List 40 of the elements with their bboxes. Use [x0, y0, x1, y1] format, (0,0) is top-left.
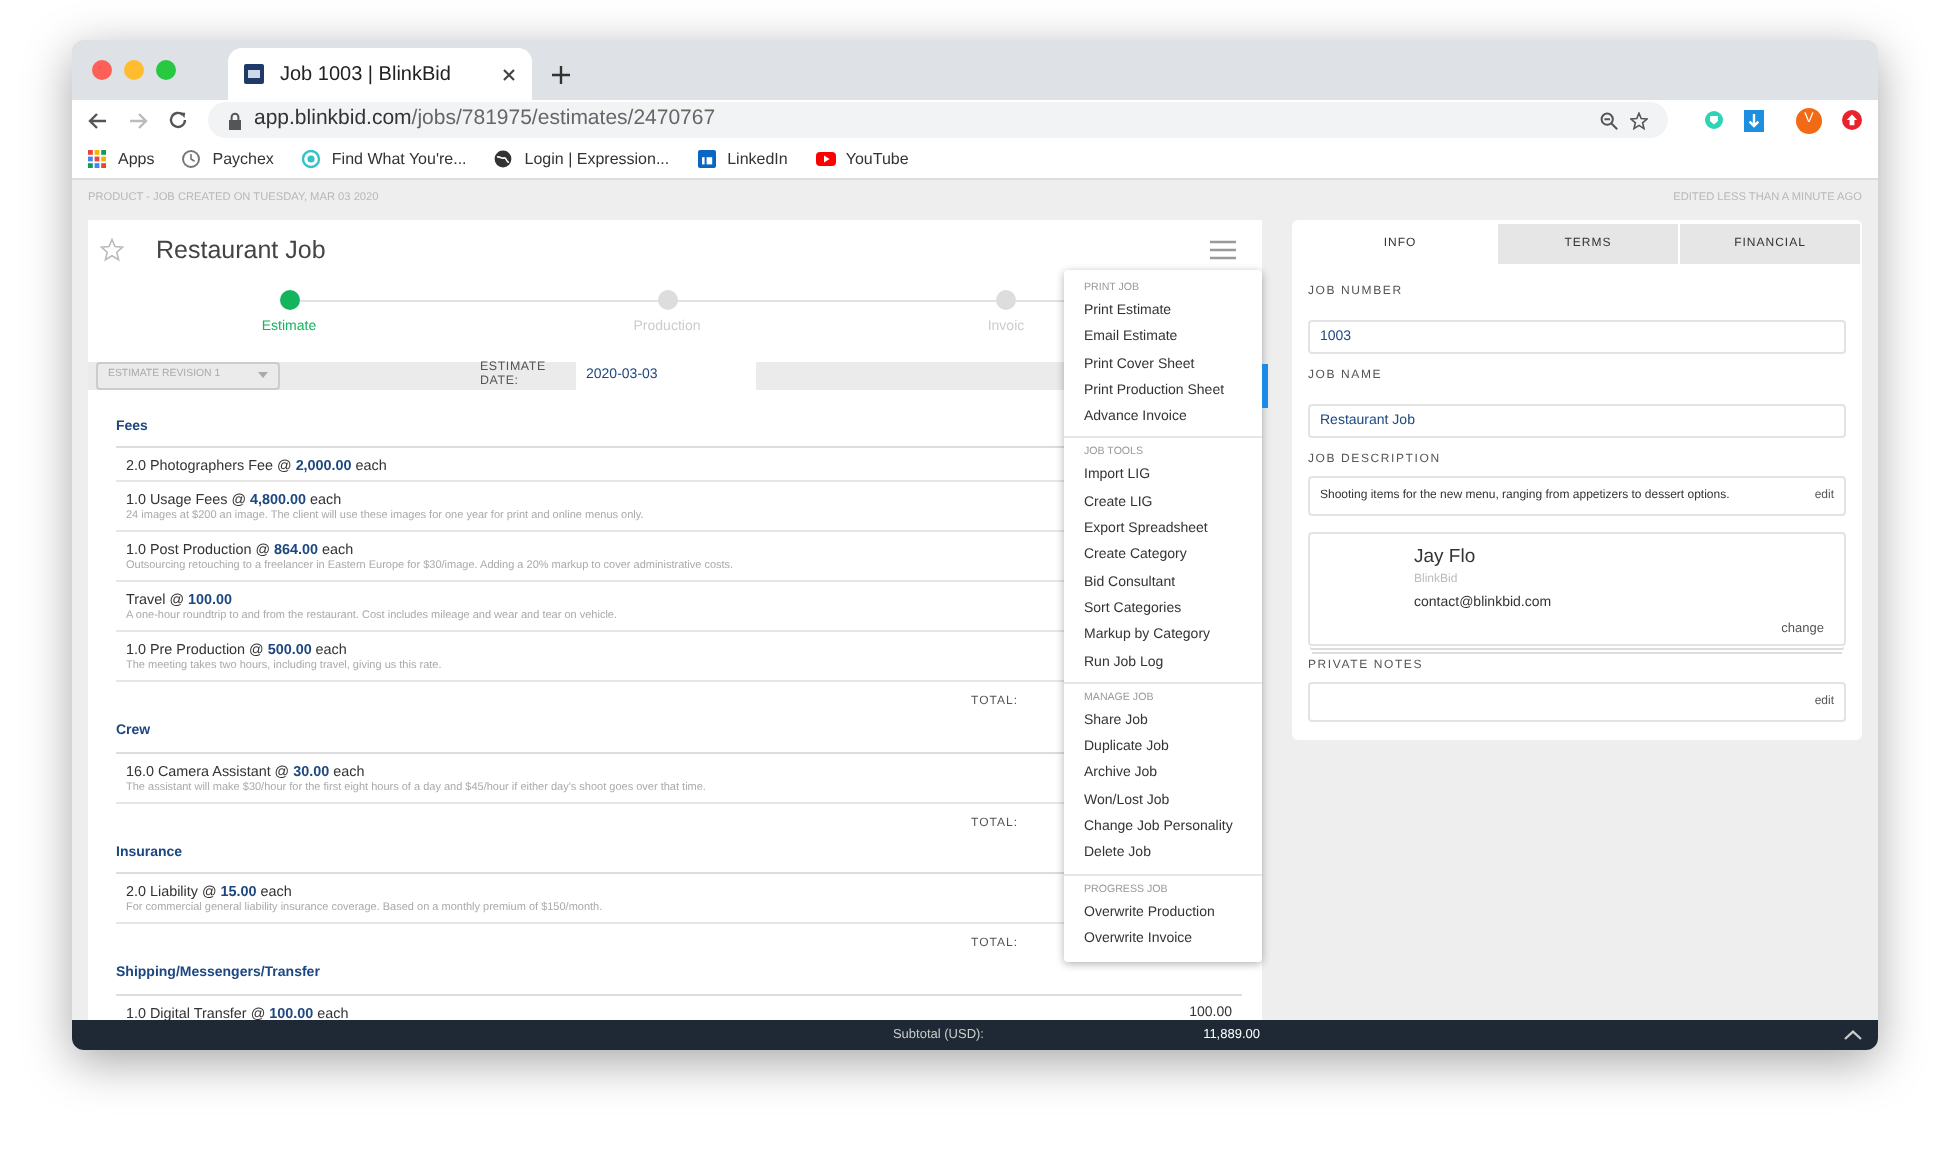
- browser-tab[interactable]: Job 1003 | BlinkBid: [228, 48, 532, 100]
- bookmark-link[interactable]: LinkedIn: [727, 147, 788, 171]
- window-control-dot[interactable]: [92, 60, 112, 80]
- address-bar[interactable]: app.blinkbid.com/jobs/781975/estimates/2470767: [208, 102, 1668, 138]
- globe-icon: [494, 150, 515, 168]
- grid-icon: [88, 150, 108, 168]
- lock-icon: [228, 111, 242, 129]
- bookmark-link[interactable]: Paychex: [212, 147, 274, 171]
- job-title: Restaurant Job: [156, 234, 326, 268]
- clock-icon: [182, 150, 203, 168]
- bookmark-link[interactable]: Find What You're...: [331, 147, 467, 171]
- star-icon[interactable]: [100, 238, 124, 263]
- bookmark-link[interactable]: Login | Expression...: [524, 147, 670, 171]
- ring-icon: [301, 150, 322, 168]
- contact-name: Jay Flo: [1414, 544, 1478, 572]
- menu-icon[interactable]: [1210, 240, 1236, 260]
- zoom-icon[interactable]: [1600, 111, 1618, 129]
- url-text: app.blinkbid.com/jobs/781975/estimates/2470767: [254, 104, 718, 135]
- step-dot[interactable]: [279, 289, 299, 310]
- square-logo-icon: [697, 150, 718, 168]
- play-icon: [815, 150, 836, 168]
- site-favicon-icon: [244, 64, 264, 84]
- caret-icon: [258, 372, 268, 379]
- step-dot[interactable]: [657, 289, 677, 310]
- caret-up-icon[interactable]: [1844, 1030, 1862, 1040]
- close-icon[interactable]: [502, 67, 516, 81]
- step-dot[interactable]: [996, 289, 1016, 310]
- reload-icon[interactable]: [168, 110, 188, 130]
- star-icon[interactable]: [1630, 111, 1648, 129]
- window-control-dot[interactable]: [156, 60, 176, 80]
- shield-extension-icon[interactable]: [1704, 110, 1724, 130]
- scroll-indicator: [1262, 364, 1268, 408]
- back-arrow-icon[interactable]: [88, 111, 108, 129]
- window-control-dot[interactable]: [124, 60, 144, 80]
- bookmark-link[interactable]: Apps: [118, 147, 155, 171]
- download-extension-icon[interactable]: [1744, 109, 1764, 131]
- new-tab-icon[interactable]: [552, 66, 570, 84]
- alert-extension-icon[interactable]: [1842, 110, 1862, 130]
- bookmark-link[interactable]: YouTube: [845, 147, 909, 171]
- forward-arrow-icon[interactable]: [128, 111, 148, 129]
